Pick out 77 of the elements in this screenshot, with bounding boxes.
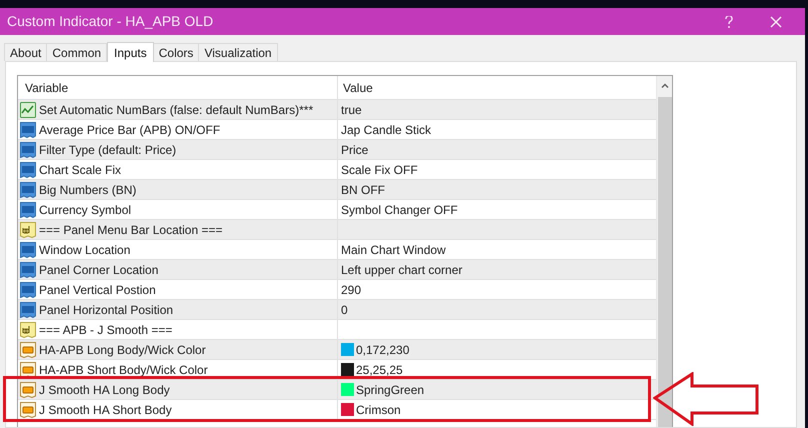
scrollbar-thumb[interactable] bbox=[658, 97, 672, 427]
string-type-icon bbox=[20, 322, 36, 338]
color-swatch[interactable] bbox=[341, 403, 354, 416]
variable-name: Panel Corner Location bbox=[39, 262, 158, 278]
table-row[interactable]: Chart Scale Fix Scale Fix OFF bbox=[18, 160, 656, 180]
variable-name: Panel Horizontal Position bbox=[39, 302, 174, 318]
value-text[interactable]: SpringGreen bbox=[356, 380, 424, 398]
table-row[interactable]: Panel Horizontal Position 0 bbox=[18, 300, 656, 320]
value-text[interactable]: 25,25,25 bbox=[356, 360, 403, 378]
number-type-icon bbox=[20, 162, 36, 178]
tab[interactable]: Visualization bbox=[198, 43, 278, 61]
number-type-icon bbox=[20, 302, 36, 318]
value-text[interactable]: true bbox=[341, 100, 362, 118]
table-row[interactable]: Panel Vertical Postion 290 bbox=[18, 280, 656, 300]
number-type-icon bbox=[20, 122, 36, 138]
color-swatch[interactable] bbox=[341, 343, 354, 356]
scroll-up-icon[interactable] bbox=[660, 83, 668, 88]
variable-name: J Smooth HA Long Body bbox=[39, 382, 170, 398]
color-swatch[interactable] bbox=[341, 383, 354, 396]
table-row[interactable]: Window Location Main Chart Window bbox=[18, 240, 656, 260]
variable-name: === Panel Menu Bar Location === bbox=[39, 222, 222, 238]
value-text[interactable]: 0,172,230 bbox=[356, 340, 410, 358]
scrollbar[interactable] bbox=[656, 76, 672, 427]
close-icon bbox=[770, 16, 782, 28]
value-text[interactable]: Scale Fix OFF bbox=[341, 160, 418, 178]
variable-name: HA-APB Short Body/Wick Color bbox=[39, 362, 208, 378]
column-header[interactable]: Variable bbox=[18, 76, 338, 99]
value-text[interactable]: 0 bbox=[341, 300, 348, 318]
tab[interactable]: Common bbox=[46, 43, 108, 61]
variable-name: Big Numbers (BN) bbox=[39, 182, 136, 198]
variable-name: HA-APB Long Body/Wick Color bbox=[39, 342, 206, 358]
value-text[interactable]: 290 bbox=[341, 280, 362, 298]
color-type-icon bbox=[20, 362, 36, 378]
variable-name: Window Location bbox=[39, 242, 130, 258]
table-row[interactable]: Set Automatic NumBars (false: default NumBars)*** true bbox=[18, 100, 656, 120]
value-text[interactable]: BN OFF bbox=[341, 180, 385, 198]
variable-name: Panel Vertical Postion bbox=[39, 282, 156, 298]
help-icon bbox=[725, 16, 733, 28]
color-type-icon bbox=[20, 402, 36, 418]
variable-name: J Smooth HA Short Body bbox=[39, 402, 172, 418]
table-row[interactable]: Filter Type (default: Price) Price bbox=[18, 140, 656, 160]
value-text[interactable]: Crimson bbox=[356, 400, 401, 418]
variable-name: Set Automatic NumBars (false: default NumBars)*** bbox=[39, 102, 314, 118]
color-type-icon bbox=[20, 342, 36, 358]
table-row[interactable]: === APB - J Smooth === bbox=[18, 320, 656, 340]
number-type-icon bbox=[20, 182, 36, 198]
tab[interactable]: Inputs bbox=[107, 42, 154, 62]
table-row[interactable]: Panel Corner Location Left upper chart corner bbox=[18, 260, 656, 280]
number-type-icon bbox=[20, 242, 36, 258]
value-text[interactable]: Symbol Changer OFF bbox=[341, 200, 458, 218]
table-row[interactable]: HA-APB Long Body/Wick Color 0,172,230 bbox=[18, 340, 656, 360]
value-text[interactable]: Price bbox=[341, 140, 368, 158]
string-type-icon bbox=[20, 222, 36, 238]
variable-name: === APB - J Smooth === bbox=[39, 322, 172, 338]
table-row[interactable]: Average Price Bar (APB) ON/OFF Jap Candle Stick bbox=[18, 120, 656, 140]
window-title: Custom Indicator - HA_APB OLD bbox=[7, 12, 214, 31]
bool-type-icon bbox=[20, 102, 36, 118]
number-type-icon bbox=[20, 262, 36, 278]
number-type-icon bbox=[20, 202, 36, 218]
variable-name: Currency Symbol bbox=[39, 202, 132, 218]
variable-name: Chart Scale Fix bbox=[39, 162, 122, 178]
value-text[interactable]: Main Chart Window bbox=[341, 240, 446, 258]
table-row[interactable]: J Smooth HA Short Body Crimson bbox=[18, 400, 656, 420]
tab[interactable]: About bbox=[4, 43, 48, 61]
table-row[interactable]: Currency Symbol Symbol Changer OFF bbox=[18, 200, 656, 220]
number-type-icon bbox=[20, 282, 36, 298]
table-row[interactable]: === Panel Menu Bar Location === bbox=[18, 220, 656, 240]
color-type-icon bbox=[20, 382, 36, 398]
value-text[interactable]: Jap Candle Stick bbox=[341, 120, 432, 138]
column-header[interactable]: Value bbox=[338, 76, 656, 99]
color-swatch[interactable] bbox=[341, 363, 354, 376]
table-row[interactable]: Big Numbers (BN) BN OFF bbox=[18, 180, 656, 200]
value-text[interactable]: Left upper chart corner bbox=[341, 260, 462, 278]
variable-name: Average Price Bar (APB) ON/OFF bbox=[39, 122, 220, 138]
variable-name: Filter Type (default: Price) bbox=[39, 142, 176, 158]
number-type-icon bbox=[20, 142, 36, 158]
table-row[interactable]: J Smooth HA Long Body SpringGreen bbox=[18, 380, 656, 400]
